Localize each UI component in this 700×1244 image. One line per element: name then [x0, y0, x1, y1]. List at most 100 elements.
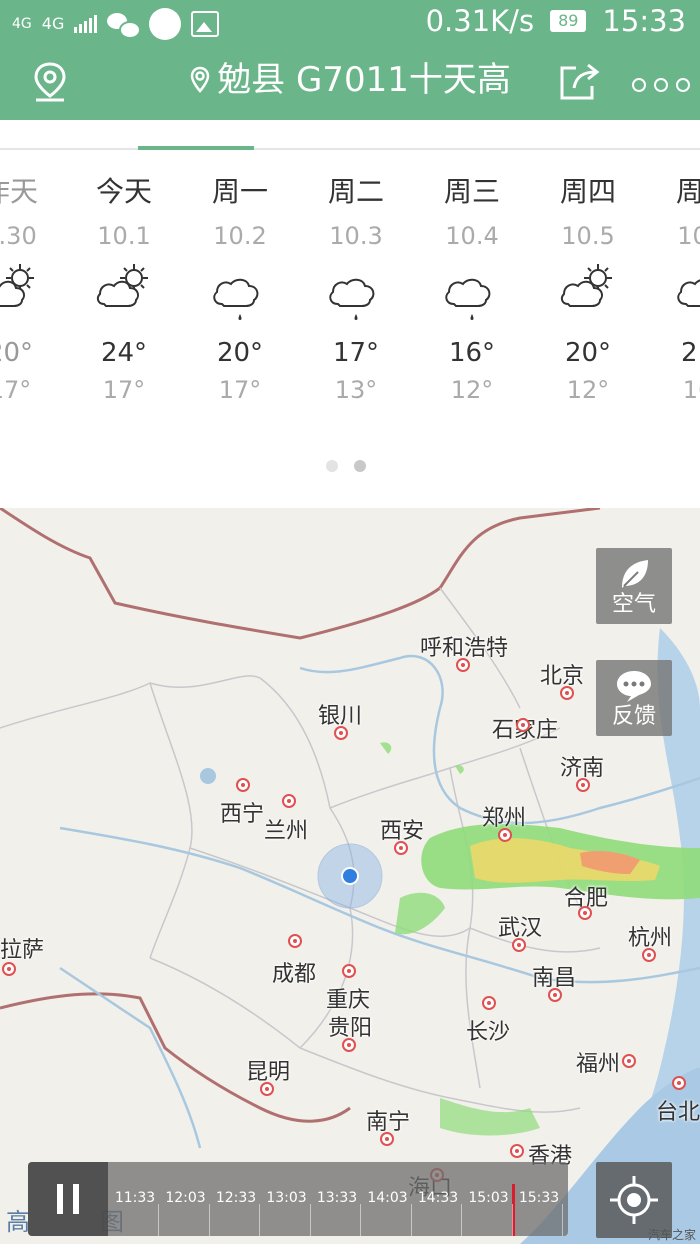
city-marker — [576, 778, 590, 792]
day-date: 10.5 — [561, 222, 615, 250]
low-temp: 12° — [566, 376, 610, 404]
high-temp: 20° — [0, 338, 34, 368]
high-temp: 20° — [564, 338, 612, 368]
city-marker — [482, 996, 496, 1010]
signal-icon — [74, 15, 98, 33]
day-date: 10.3 — [329, 222, 383, 250]
network-type-label: 4G — [12, 16, 32, 32]
light-rain-icon — [326, 262, 386, 338]
timeline-divider — [208, 1204, 210, 1236]
day-name: 周三 — [443, 175, 500, 208]
timeline-divider — [461, 1204, 462, 1236]
city-marker — [516, 718, 530, 732]
timeline-time[interactable]: 13:03 — [262, 1190, 312, 1206]
city-marker — [512, 938, 526, 952]
pause-button[interactable] — [28, 1162, 108, 1236]
timeline-divider — [410, 1204, 412, 1236]
location-pin-icon — [190, 66, 210, 93]
city-marker — [342, 1038, 356, 1052]
city-marker — [334, 726, 348, 740]
forecast-day[interactable]: 周四 10.5 20° 12° — [530, 150, 646, 450]
city-marker — [380, 1132, 394, 1146]
day-name: 周四 — [559, 175, 616, 208]
light-rain-icon — [210, 262, 270, 338]
day-name: 今天 — [95, 175, 152, 208]
high-temp: 16° — [448, 338, 496, 368]
city-label: 福州 — [576, 1052, 621, 1077]
network-type-label-2: 4G — [41, 14, 65, 33]
low-temp: 13° — [334, 376, 378, 404]
city-label: 拉萨 — [0, 938, 45, 963]
share-icon[interactable] — [556, 60, 602, 104]
forecast-day[interactable]: 周二 10.3 17° 13° — [298, 150, 414, 450]
clock: 15:33 — [602, 4, 686, 38]
timeline-time[interactable]: 14:33 — [413, 1190, 463, 1206]
day-name: 昨天 — [0, 175, 38, 208]
day-date: 10.6 — [677, 222, 700, 250]
city-marker — [2, 962, 16, 976]
low-temp: 17° — [218, 376, 262, 404]
timeline-divider — [259, 1204, 260, 1236]
feedback-button[interactable]: 反馈 — [596, 660, 672, 736]
forecast-day[interactable]: 周三 10.4 16° 12° — [414, 150, 530, 450]
timeline-time[interactable]: 12:03 — [161, 1190, 211, 1206]
day-name: 周二 — [327, 175, 384, 208]
forecast-day[interactable]: 昨天 9.30 20° 17° — [0, 150, 68, 450]
air-quality-label: 空气 — [611, 592, 656, 617]
city-marker — [236, 778, 250, 792]
light-rain-icon — [442, 262, 502, 338]
watermark: 汽车之家 — [648, 1228, 697, 1242]
more-options-icon[interactable] — [632, 78, 690, 92]
city-marker — [578, 906, 592, 920]
network-speed: 0.31K/s — [425, 4, 535, 38]
forecast-day[interactable]: 周一 10.2 20° 17° — [182, 150, 298, 450]
pause-icon — [57, 1184, 63, 1214]
day-date: 10.4 — [445, 222, 499, 250]
city-marker — [498, 828, 512, 842]
city-label: 台北 — [656, 1100, 700, 1125]
timeline-divider — [562, 1204, 563, 1236]
city-label: 长沙 — [466, 1020, 511, 1045]
city-marker — [288, 934, 302, 948]
city-label: 西宁 — [220, 802, 265, 827]
low-temp: 12° — [450, 376, 494, 404]
city-marker — [548, 988, 562, 1002]
timeline-time[interactable]: 12:33 — [211, 1190, 261, 1206]
today-indicator — [138, 146, 254, 150]
forecast-strip[interactable]: 昨天 9.30 20° 17° 今天 10.1 24° 17° 周一 10.2 20° 17° 周二 10… — [0, 150, 700, 508]
city-marker — [260, 1082, 274, 1096]
forecast-day[interactable]: 今天 10.1 24° 17° — [66, 150, 182, 450]
timeline-time[interactable]: 11:33 — [110, 1190, 160, 1206]
city-label: 北京 — [540, 664, 585, 689]
high-temp: 21° — [680, 338, 700, 368]
city-marker — [456, 658, 470, 672]
sun-cloud-icon — [0, 262, 40, 338]
radar-map[interactable]: 高 图 呼和浩特北京银川石家庄济南西宁兰州郑州西安合肥武汉杭州拉萨成都重庆南昌贵… — [0, 508, 700, 1244]
high-temp: 20° — [216, 338, 264, 368]
radar-timeline[interactable]: 11:33 12:03 12:33 13:03 13:33 14:03 14:33 15:03… — [28, 1162, 568, 1236]
timeline-time[interactable]: 15:03 — [464, 1190, 514, 1206]
day-name: 周一 — [211, 175, 268, 208]
timeline-time[interactable]: 14:03 — [363, 1190, 413, 1206]
city-marker — [622, 1054, 636, 1068]
sun-cloud-icon — [558, 262, 618, 338]
city-label: 成都 — [272, 962, 317, 987]
timeline-divider — [511, 1204, 513, 1236]
cloudy-icon — [674, 262, 700, 338]
high-temp: 24° — [100, 338, 148, 368]
wechat-icon — [107, 11, 142, 39]
city-marker — [560, 686, 574, 700]
page-indicator — [326, 460, 366, 472]
timeline-time[interactable]: 15:33 — [514, 1190, 564, 1206]
air-quality-button[interactable]: 空气 — [596, 548, 672, 624]
timeline-time[interactable]: 13:33 — [312, 1190, 362, 1206]
forecast-day[interactable]: 周五 10.6 21° 16° — [646, 150, 700, 450]
day-date: 9.30 — [0, 222, 37, 250]
city-marker — [394, 841, 408, 855]
timeline-divider — [158, 1204, 159, 1236]
feedback-label: 反馈 — [611, 704, 656, 729]
sun-cloud-icon — [94, 262, 154, 338]
battery-indicator: 89 — [550, 10, 587, 32]
day-date: 10.2 — [213, 222, 267, 250]
low-temp: 17° — [102, 376, 146, 404]
